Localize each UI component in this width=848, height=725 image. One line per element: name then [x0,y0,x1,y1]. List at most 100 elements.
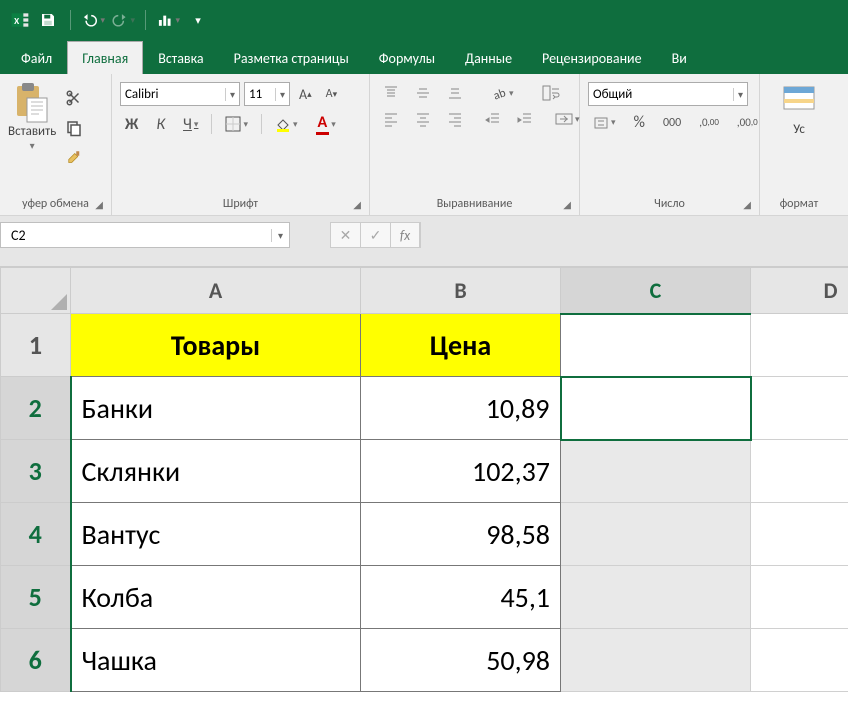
copy-button[interactable] [60,116,88,140]
name-box-dropdown[interactable]: ▾ [271,229,289,242]
cell-d2[interactable] [751,377,848,440]
group-clipboard: Вставить ▾ уфер обмена◢ [0,74,112,215]
decrease-font-button[interactable]: A▾ [321,84,342,104]
name-box-input[interactable] [1,227,271,244]
qat-divider-2 [145,10,146,30]
row-header-5[interactable]: 5 [1,566,71,629]
align-bottom-button[interactable] [442,82,468,104]
borders-button[interactable] [220,113,253,135]
redo-button[interactable] [111,8,135,32]
font-name-combo[interactable]: Calibri▾ [120,82,240,106]
comma-button[interactable]: 000 [658,113,686,133]
group-label-clipboard: уфер обмена◢ [8,195,103,213]
tab-page-layout[interactable]: Разметка страницы [219,41,364,74]
cell-b1[interactable]: Цена [361,314,561,377]
tab-data[interactable]: Данные [450,41,527,74]
svg-text:ab: ab [492,86,507,101]
customize-qat-button[interactable]: ▾ [186,8,210,32]
font-dialog-launcher[interactable]: ◢ [353,198,361,211]
fill-color-button[interactable] [270,113,303,135]
cell-a3[interactable]: Склянки [71,440,361,503]
col-header-b[interactable]: B [361,268,561,314]
wrap-text-button[interactable] [537,82,565,104]
cell-d5[interactable] [751,566,848,629]
tab-home[interactable]: Главная [67,41,143,74]
align-top-button[interactable] [378,82,404,104]
cell-b6[interactable]: 50,98 [361,629,561,692]
cell-d6[interactable] [751,629,848,692]
tab-insert[interactable]: Вставка [143,41,218,74]
cond-label-2: формат [768,195,830,213]
formula-bar: ▾ ✕ ✓ fx [0,216,848,267]
tab-formulas[interactable]: Формулы [364,41,450,74]
cell-c4[interactable] [561,503,751,566]
conditional-formatting-button[interactable] [777,82,821,118]
cancel-formula-button[interactable]: ✕ [330,222,360,248]
cell-b3[interactable]: 102,37 [361,440,561,503]
undo-button[interactable] [81,8,105,32]
cell-c6[interactable] [561,629,751,692]
increase-indent-button[interactable] [512,108,538,130]
cell-a4[interactable]: Вантус [71,503,361,566]
insert-function-button[interactable]: fx [390,222,420,248]
name-box[interactable]: ▾ [0,222,290,248]
increase-font-button[interactable]: A▴ [294,83,317,106]
clipboard-dialog-launcher[interactable]: ◢ [95,198,103,211]
select-all-corner[interactable] [1,268,71,314]
ribbon: Вставить ▾ уфер обмена◢ Calibri▾ 11▾ A▴ … [0,74,848,216]
orientation-button[interactable]: ab [486,82,519,104]
cut-button[interactable] [60,86,88,110]
align-right-button[interactable] [442,108,468,130]
font-color-button[interactable]: А [311,110,341,138]
bold-button[interactable]: Ж [120,112,143,137]
decrease-indent-button[interactable] [480,108,506,130]
row-header-3[interactable]: 3 [1,440,71,503]
decrease-decimal-button[interactable]: ,00,0 [732,113,763,132]
cell-b4[interactable]: 98,58 [361,503,561,566]
align-center-button[interactable] [410,108,436,130]
cell-c2-active[interactable] [561,377,751,440]
ribbon-tabs: Файл Главная Вставка Разметка страницы Ф… [0,40,848,74]
paste-button[interactable]: Вставить ▾ [8,82,56,195]
cell-c3[interactable] [561,440,751,503]
tab-file[interactable]: Файл [6,41,67,74]
paste-label: Вставить [8,124,56,139]
font-size-combo[interactable]: 11▾ [244,82,290,106]
align-left-button[interactable] [378,108,404,130]
tab-review[interactable]: Рецензирование [527,41,657,74]
quick-chart-button[interactable] [156,8,180,32]
cell-c1[interactable] [561,314,751,377]
cell-b5[interactable]: 45,1 [361,566,561,629]
increase-decimal-button[interactable]: ,0,00 [694,113,724,132]
cell-a1[interactable]: Товары [71,314,361,377]
row-header-2[interactable]: 2 [1,377,71,440]
underline-button[interactable]: Ч [178,112,203,137]
italic-button[interactable]: К [151,112,170,137]
format-painter-button[interactable] [60,146,88,170]
col-header-c[interactable]: C [561,268,751,314]
save-button[interactable] [36,8,60,32]
col-header-d[interactable]: D [751,268,848,314]
percent-button[interactable]: % [629,110,650,135]
cell-d4[interactable] [751,503,848,566]
cell-c5[interactable] [561,566,751,629]
tab-view-partial[interactable]: Ви [657,41,702,74]
number-dialog-launcher[interactable]: ◢ [743,198,751,211]
cell-a5[interactable]: Колба [71,566,361,629]
accounting-format-button[interactable] [588,112,621,134]
worksheet[interactable]: A B C D 1 Товары Цена 2 Банки 10,89 3 Ск… [0,267,848,692]
align-middle-button[interactable] [410,82,436,104]
cell-a2[interactable]: Банки [71,377,361,440]
row-header-1[interactable]: 1 [1,314,71,377]
cell-b2[interactable]: 10,89 [361,377,561,440]
row-header-4[interactable]: 4 [1,503,71,566]
alignment-dialog-launcher[interactable]: ◢ [563,198,571,211]
col-header-a[interactable]: A [71,268,361,314]
enter-formula-button[interactable]: ✓ [360,222,390,248]
row-header-6[interactable]: 6 [1,629,71,692]
group-label-alignment: Выравнивание◢ [378,195,571,213]
number-format-combo[interactable]: Общий▾ [588,82,748,106]
cell-d1[interactable] [751,314,848,377]
cell-d3[interactable] [751,440,848,503]
cell-a6[interactable]: Чашка [71,629,361,692]
